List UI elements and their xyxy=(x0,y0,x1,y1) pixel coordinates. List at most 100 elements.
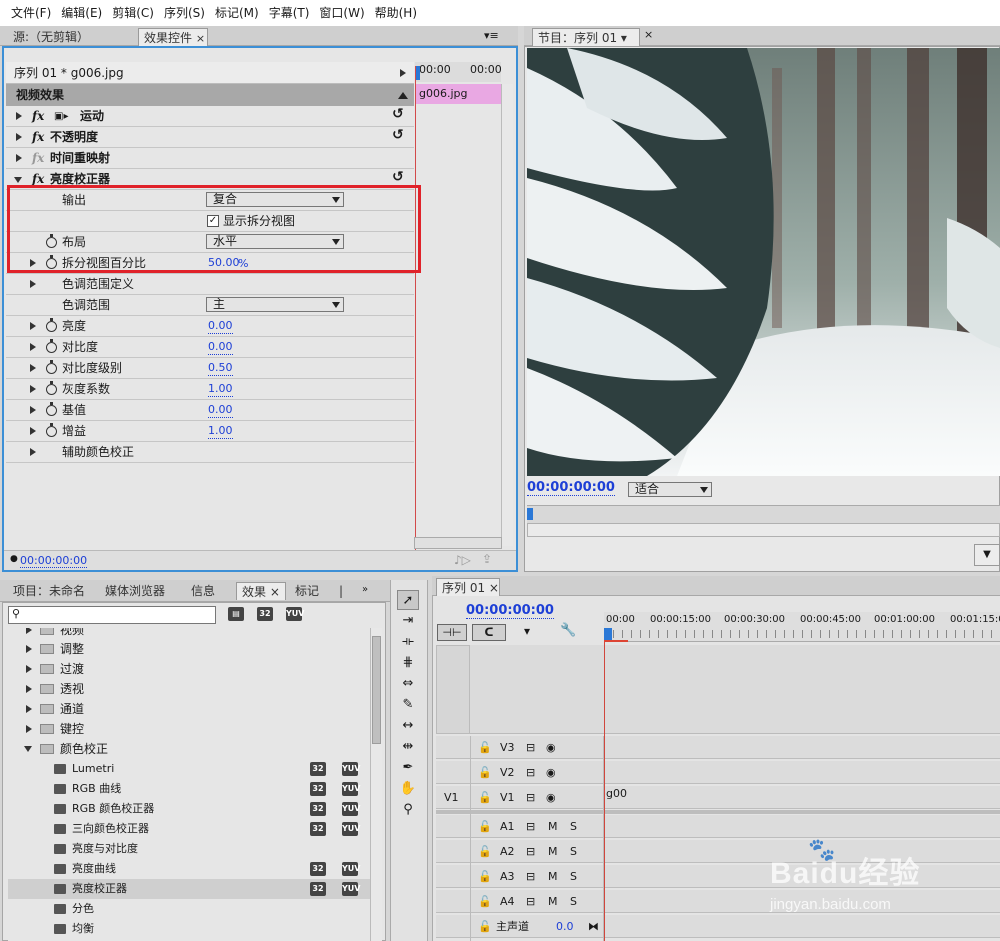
gain-value[interactable]: 1.00 xyxy=(208,424,233,439)
expand-icon[interactable] xyxy=(30,343,36,351)
panel-menu-icon[interactable]: ▾≡ xyxy=(484,29,499,42)
mute-button[interactable]: M xyxy=(548,890,558,913)
tree-item[interactable]: 键控 xyxy=(8,719,370,739)
fit-dropdown[interactable]: 适合 xyxy=(628,482,712,497)
tree-effect-item[interactable]: 分色 xyxy=(8,899,370,919)
lock-icon[interactable]: 🔓 xyxy=(478,915,492,938)
tab-overflow[interactable]: | xyxy=(334,582,354,600)
solo-button[interactable]: S xyxy=(570,815,577,838)
linked-selection-icon[interactable]: ᑕ xyxy=(472,624,506,641)
wrench-icon[interactable]: 🔧 xyxy=(560,623,576,638)
scrollbar-thumb[interactable] xyxy=(372,636,381,744)
ec-clip-bar[interactable]: g006.jpg xyxy=(415,84,501,104)
effect-row-time-remap[interactable]: fx 时间重映射 xyxy=(6,148,414,169)
tree-effect-item[interactable]: RGB 曲线 32 YUV xyxy=(8,779,370,799)
track-select-tool-icon[interactable]: ⇥ xyxy=(397,611,419,631)
stopwatch-icon[interactable] xyxy=(46,339,57,353)
hand-tool-icon[interactable]: ✋ xyxy=(397,779,419,799)
track-master[interactable]: 🔓 主声道 0.0 ⧓ xyxy=(436,915,1000,938)
mute-button[interactable]: M xyxy=(548,840,558,863)
tab-program[interactable]: 节目：序列 01 ▾ xyxy=(532,28,640,46)
tab-sequence[interactable]: 序列 01 × xyxy=(436,578,500,596)
ec-timecode[interactable]: 00:00:00:00 xyxy=(20,554,88,568)
sync-lock-icon[interactable]: ⊟ xyxy=(526,736,535,759)
menu-edit[interactable]: 编辑(E) xyxy=(56,0,107,26)
master-volume-value[interactable]: 0.0 xyxy=(556,915,574,938)
menu-clip[interactable]: 剪辑(C) xyxy=(107,0,159,26)
tree-item-color-correction[interactable]: 颜色校正 xyxy=(8,739,370,759)
track-v2[interactable]: 🔓 V2 ⊟ ◉ xyxy=(436,761,1000,784)
eye-icon[interactable]: ◉ xyxy=(546,786,556,809)
tree-effect-item[interactable]: RGB 颜色校正器 32 YUV xyxy=(8,799,370,819)
expand-icon[interactable] xyxy=(30,406,36,414)
expand-icon[interactable] xyxy=(16,154,22,162)
track-divider[interactable] xyxy=(436,810,1000,814)
tree-effect-item[interactable]: Lumetri 32 YUV xyxy=(8,759,370,779)
tree-effect-item[interactable]: 三向颜色校正器 32 YUV xyxy=(8,819,370,839)
tab-markers[interactable]: 标记 xyxy=(290,582,330,600)
tree-effect-item[interactable]: 均衡 xyxy=(8,919,370,939)
lock-icon[interactable]: 🔓 xyxy=(478,840,492,863)
timeline-ruler[interactable]: 00:00 00:00:15:00 00:00:30:00 00:00:45:0… xyxy=(604,612,1000,642)
solo-button[interactable]: S xyxy=(570,890,577,913)
menu-marker[interactable]: 标记(M) xyxy=(210,0,264,26)
menu-help[interactable]: 帮助(H) xyxy=(370,0,422,26)
contrast-level-value[interactable]: 0.50 xyxy=(208,361,233,376)
expand-icon[interactable] xyxy=(30,385,36,393)
track-a1[interactable]: 🔓 A1 ⊟ M S xyxy=(436,815,1000,838)
sync-lock-icon[interactable]: ⊟ xyxy=(526,865,535,888)
stopwatch-icon[interactable] xyxy=(46,318,57,332)
track-a4[interactable]: 🔓 A4 ⊟ M S xyxy=(436,890,1000,913)
program-zoom-bar[interactable] xyxy=(527,523,1000,537)
tree-effect-item-selected[interactable]: 亮度校正器 32 YUV xyxy=(8,879,370,899)
selection-tool-icon[interactable]: ➚ xyxy=(397,590,419,610)
tree-effect-item[interactable]: 亮度与对比度 xyxy=(8,839,370,859)
solo-button[interactable]: S xyxy=(570,865,577,888)
work-area-bar[interactable] xyxy=(604,640,628,642)
tonal-range-dropdown[interactable]: 主 xyxy=(206,297,344,312)
collapse-icon[interactable] xyxy=(398,92,408,99)
yuv-filter-icon[interactable]: YUV xyxy=(286,607,304,621)
mute-button[interactable]: M xyxy=(548,815,558,838)
stopwatch-icon[interactable] xyxy=(46,402,57,416)
program-playhead[interactable] xyxy=(527,508,533,520)
panel-menu-icon[interactable]: » xyxy=(362,584,368,595)
eye-icon[interactable]: ◉ xyxy=(546,736,556,759)
lock-icon[interactable]: 🔓 xyxy=(478,890,492,913)
tree-item[interactable]: 调整 xyxy=(8,639,370,659)
menu-title[interactable]: 字幕(T) xyxy=(264,0,315,26)
reset-icon[interactable]: ↺ xyxy=(392,104,404,125)
sync-lock-icon[interactable]: ⊟ xyxy=(526,890,535,913)
lock-icon[interactable]: 🔓 xyxy=(478,815,492,838)
add-marker-icon[interactable]: ▾ xyxy=(524,624,530,638)
play-audio-icon[interactable]: ♪▷ xyxy=(454,553,471,567)
close-tab-icon[interactable]: × xyxy=(644,28,653,41)
tab-source[interactable]: 源:（无剪辑） xyxy=(8,28,132,46)
stopwatch-icon[interactable] xyxy=(46,381,57,395)
tree-item[interactable]: 通道 xyxy=(8,699,370,719)
lock-icon[interactable]: 🔓 xyxy=(478,761,492,784)
collapse-icon[interactable] xyxy=(14,177,22,183)
expand-icon[interactable] xyxy=(16,112,22,120)
razor-tool-icon[interactable]: ✎ xyxy=(397,695,419,715)
slide-tool-icon[interactable]: ⇹ xyxy=(397,737,419,757)
expand-icon[interactable] xyxy=(16,133,22,141)
stopwatch-icon[interactable] xyxy=(46,360,57,374)
program-timecode[interactable]: 00:00:00:00 xyxy=(527,480,615,496)
expand-icon[interactable] xyxy=(30,448,36,456)
accelerated-effects-icon[interactable]: ▤ xyxy=(228,607,244,621)
tab-info[interactable]: 信息 xyxy=(186,582,230,600)
tree-item[interactable]: 透视 xyxy=(8,679,370,699)
expand-icon[interactable] xyxy=(30,427,36,435)
program-scrub-bar[interactable] xyxy=(527,505,1000,523)
export-icon[interactable]: ⇪ xyxy=(482,552,492,566)
sync-lock-icon[interactable]: ⊟ xyxy=(526,786,535,809)
tree-effect-item[interactable]: 亮度曲线 32 YUV xyxy=(8,859,370,879)
ec-horizontal-scrollbar[interactable] xyxy=(414,537,502,549)
lock-icon[interactable]: 🔓 xyxy=(478,786,492,809)
expand-icon[interactable] xyxy=(30,364,36,372)
play-arrow-icon[interactable] xyxy=(400,69,406,77)
lock-icon[interactable]: 🔓 xyxy=(478,865,492,888)
gamma-value[interactable]: 1.00 xyxy=(208,382,233,397)
tab-effects[interactable]: 效果 × xyxy=(236,582,286,600)
